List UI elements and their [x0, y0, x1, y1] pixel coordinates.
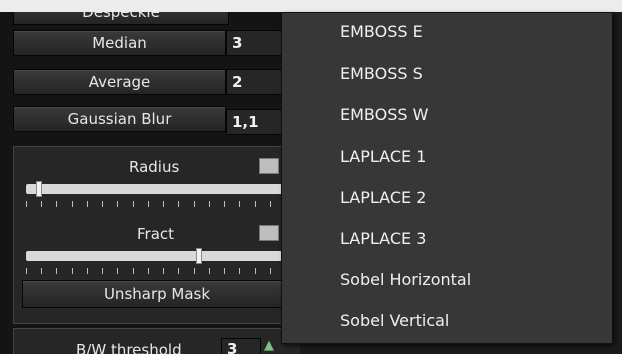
filter-dropdown-menu: EMBOSS E EMBOSS S EMBOSS W LAPLACE 1 LAP… [281, 12, 613, 344]
median-label: Median [92, 34, 147, 52]
menu-item-emboss-e[interactable]: EMBOSS E [340, 22, 423, 41]
slider-tick [270, 268, 271, 274]
radius-slider-thumb[interactable] [36, 181, 42, 197]
slider-tick [194, 268, 195, 274]
slider-tick [148, 268, 149, 274]
slider-tick [239, 268, 240, 274]
despeckle-label: Despeckle [82, 12, 160, 21]
threshold-field[interactable]: 3 [221, 338, 261, 354]
slider-tick [72, 201, 73, 207]
slider-tick [87, 268, 88, 274]
menu-item-laplace-2[interactable]: LAPLACE 2 [340, 188, 426, 207]
median-value-field[interactable]: 3 [226, 30, 286, 56]
slider-tick [255, 201, 256, 207]
unsharp-mask-button[interactable]: Unsharp Mask [22, 280, 292, 308]
filter-panel: Despeckle Median 3 Average 2 Gaussian Bl… [0, 12, 300, 354]
fract-label: Fract [137, 225, 175, 243]
menu-item-label: EMBOSS W [340, 105, 429, 124]
slider-tick [72, 268, 73, 274]
slider-tick [41, 201, 42, 207]
threshold-group: B/W threshold 3 ▲ [13, 328, 300, 354]
menu-item-laplace-1[interactable]: LAPLACE 1 [340, 147, 426, 166]
slider-tick [224, 268, 225, 274]
slider-tick [163, 268, 164, 274]
slider-tick [102, 268, 103, 274]
radius-label: Radius [129, 158, 180, 176]
menu-item-emboss-w[interactable]: EMBOSS W [340, 105, 428, 124]
slider-tick [117, 201, 118, 207]
menu-item-label: EMBOSS E [340, 22, 423, 41]
gaussian-value: 1,1 [232, 113, 259, 131]
slider-tick [41, 268, 42, 274]
menu-item-sobel-horizontal[interactable]: Sobel Horizontal [340, 270, 471, 289]
unsharp-mask-group: Radius Fract Unsharp Mask [13, 146, 300, 324]
slider-tick [87, 201, 88, 207]
top-strip [0, 0, 622, 12]
average-value-field[interactable]: 2 [226, 69, 286, 95]
slider-tick [194, 201, 195, 207]
slider-tick [133, 201, 134, 207]
unsharp-mask-label: Unsharp Mask [103, 285, 211, 303]
menu-item-label: LAPLACE 2 [340, 188, 427, 207]
slider-tick [178, 268, 179, 274]
slider-tick [163, 201, 164, 207]
menu-item-label: Sobel Vertical [340, 311, 450, 330]
slider-tick [209, 201, 210, 207]
median-button[interactable]: Median [13, 30, 226, 56]
menu-item-sobel-vertical[interactable]: Sobel Vertical [340, 311, 449, 330]
despeckle-button[interactable]: Despeckle [13, 12, 229, 25]
slider-tick [26, 268, 27, 274]
average-label: Average [88, 73, 151, 91]
slider-tick [56, 201, 57, 207]
spin-up-icon[interactable]: ▲ [264, 338, 274, 353]
slider-tick [148, 201, 149, 207]
slider-tick [270, 201, 271, 207]
slider-tick [26, 201, 27, 207]
threshold-value: 3 [227, 340, 238, 354]
slider-tick [224, 201, 225, 207]
median-value: 3 [232, 34, 243, 52]
threshold-label: B/W threshold [76, 341, 182, 354]
gaussian-blur-button[interactable]: Gaussian Blur [13, 106, 226, 132]
gaussian-blur-label: Gaussian Blur [67, 110, 172, 128]
slider-tick [56, 268, 57, 274]
menu-item-label: Sobel Horizontal [340, 270, 472, 289]
fract-slider-thumb[interactable] [196, 248, 202, 264]
menu-item-label: LAPLACE 3 [340, 229, 427, 248]
radius-slider[interactable] [26, 181, 286, 197]
slider-tick [117, 268, 118, 274]
slider-tick [102, 201, 103, 207]
slider-tick [133, 268, 134, 274]
fract-slider[interactable] [26, 248, 286, 264]
menu-item-emboss-s[interactable]: EMBOSS S [340, 64, 423, 83]
menu-item-label: EMBOSS S [340, 64, 423, 83]
fract-checkbox[interactable] [259, 225, 279, 241]
radius-ticks [26, 201, 286, 207]
gaussian-value-field[interactable]: 1,1 [226, 109, 286, 135]
average-button[interactable]: Average [13, 69, 226, 95]
menu-item-laplace-3[interactable]: LAPLACE 3 [340, 229, 426, 248]
slider-tick [239, 201, 240, 207]
slider-tick [255, 268, 256, 274]
average-value: 2 [232, 73, 243, 91]
slider-tick [178, 201, 179, 207]
fract-ticks [26, 268, 286, 274]
radius-checkbox[interactable] [259, 158, 279, 174]
menu-item-label: LAPLACE 1 [340, 147, 427, 166]
slider-tick [209, 268, 210, 274]
